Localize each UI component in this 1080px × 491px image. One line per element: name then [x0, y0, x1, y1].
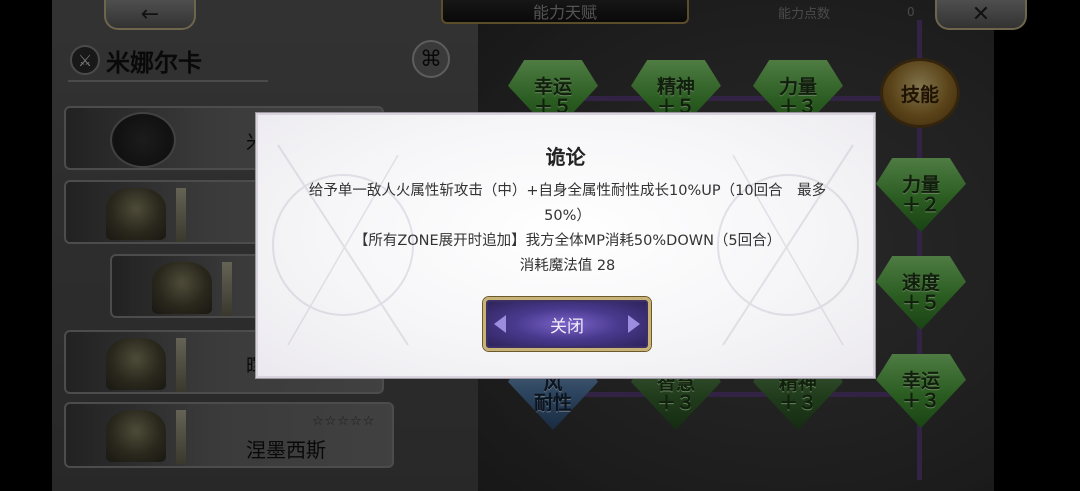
skill-zone-bonus-text: 【所有ZONE展开时追加】我方全体MP消耗50%DOWN（5回合）	[353, 233, 782, 249]
skill-description: 给予单一敌人火属性斩攻击（中）+自身全属性耐性成长10%UP（10回合 最多50…	[298, 179, 837, 279]
close-button[interactable]: 关闭	[483, 297, 651, 351]
dialog-title: 诡论	[545, 145, 586, 169]
skill-effect-text: 给予单一敌人火属性斩攻击（中）+自身全属性耐性成长10%UP（10回合 最多50…	[308, 183, 827, 224]
skill-detail-dialog: 诡论 给予单一敌人火属性斩攻击（中）+自身全属性耐性成长10%UP（10回合 最…	[256, 113, 875, 378]
mp-cost-text: 消耗魔法值 28	[519, 258, 616, 274]
